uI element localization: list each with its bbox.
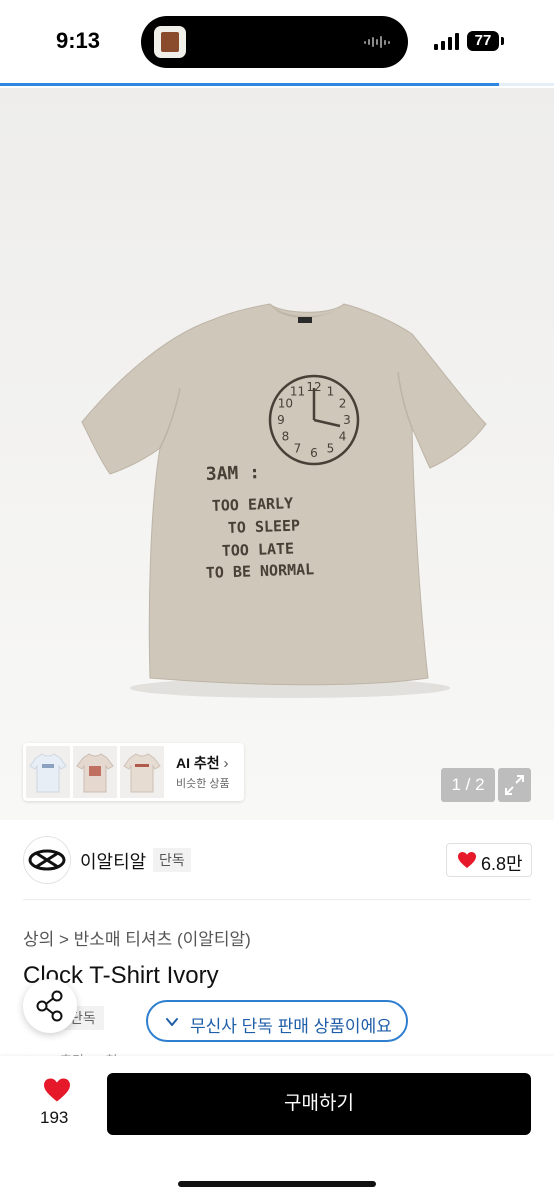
now-playing-artwork bbox=[154, 26, 186, 58]
expand-icon bbox=[505, 775, 524, 795]
heart-icon bbox=[458, 852, 476, 868]
recommend-thumb-2[interactable] bbox=[73, 746, 117, 798]
page-load-progress bbox=[0, 83, 554, 86]
brand-exclusive-badge: 단독 bbox=[153, 848, 191, 872]
clock-number: 9 bbox=[277, 413, 285, 427]
battery-icon: 77 bbox=[467, 31, 499, 51]
clock-number: 4 bbox=[339, 430, 347, 444]
brand-logo-icon bbox=[28, 849, 66, 871]
exclusive-tooltip[interactable]: 무신사 단독 판매 상품이에요 bbox=[146, 1000, 408, 1042]
clock-number: 12 bbox=[306, 380, 321, 394]
home-indicator bbox=[178, 1181, 376, 1187]
clock-number: 10 bbox=[278, 397, 293, 411]
clock-number: 6 bbox=[310, 446, 318, 460]
clock-number: 8 bbox=[282, 430, 290, 444]
share-icon bbox=[36, 990, 63, 1022]
cellular-signal-icon bbox=[434, 33, 459, 50]
recommend-thumb-1[interactable] bbox=[26, 746, 70, 798]
chevron-right-icon: › bbox=[223, 755, 229, 772]
brand-logo[interactable] bbox=[23, 836, 71, 884]
category-breadcrumb[interactable]: 상의 > 반소매 티셔츠 (이알티알) bbox=[23, 925, 251, 950]
clock-number: 11 bbox=[290, 384, 305, 398]
print-text-line: TOO EARLY bbox=[212, 494, 294, 515]
dynamic-island[interactable] bbox=[141, 16, 408, 68]
chevron-down-icon bbox=[166, 1018, 178, 1026]
divider bbox=[23, 899, 531, 900]
ai-recommend-subtitle: 비슷한 상품 bbox=[176, 778, 230, 790]
clock-number: 1 bbox=[327, 384, 335, 398]
wishlist-count: 193 bbox=[40, 1108, 69, 1127]
ai-recommend-title[interactable]: AI 추천 › bbox=[176, 753, 229, 773]
wishlist-heart-icon[interactable] bbox=[42, 1077, 72, 1103]
audio-wave-icon bbox=[364, 35, 390, 49]
print-text-line: TO SLEEP bbox=[228, 516, 301, 537]
tshirt-illustration: 12 1234567891011 3AM :TOO EARLYTO SLEEPTO… bbox=[0, 88, 554, 820]
print-text-line: TOO LATE bbox=[222, 539, 295, 560]
brand-like-count: 6.8만 bbox=[481, 854, 523, 874]
print-text-line: 3AM : bbox=[205, 462, 260, 485]
brand-like-button[interactable]: 6.8만 bbox=[446, 843, 532, 877]
expand-image-button[interactable] bbox=[498, 768, 531, 802]
print-text-line: TO BE NORMAL bbox=[206, 560, 315, 582]
page-load-progress-fill bbox=[0, 83, 499, 86]
clock-number: 7 bbox=[294, 442, 302, 456]
gallery-page-indicator: 1 / 2 bbox=[441, 768, 495, 802]
exclusive-tooltip-text: 무신사 단독 판매 상품이에요 bbox=[190, 1017, 392, 1036]
status-time: 9:13 bbox=[56, 28, 101, 53]
product-image[interactable]: 12 1 2 3 4 5 6 7 8 9 10 11 3AM : TOO EARLY TO SLEEP TO… bbox=[0, 88, 554, 820]
clock-number: 2 bbox=[339, 397, 347, 411]
share-button[interactable] bbox=[23, 979, 77, 1033]
ai-recommend-strip[interactable]: AI 추천 › 비슷한 상품 bbox=[23, 743, 244, 801]
clock-number: 5 bbox=[327, 442, 335, 456]
buy-button[interactable]: 구매하기 bbox=[107, 1073, 531, 1135]
neck-label bbox=[298, 317, 312, 323]
clock-number: 3 bbox=[343, 413, 351, 427]
brand-name[interactable]: 이알티알 bbox=[80, 848, 146, 874]
recommend-thumb-3[interactable] bbox=[120, 746, 164, 798]
